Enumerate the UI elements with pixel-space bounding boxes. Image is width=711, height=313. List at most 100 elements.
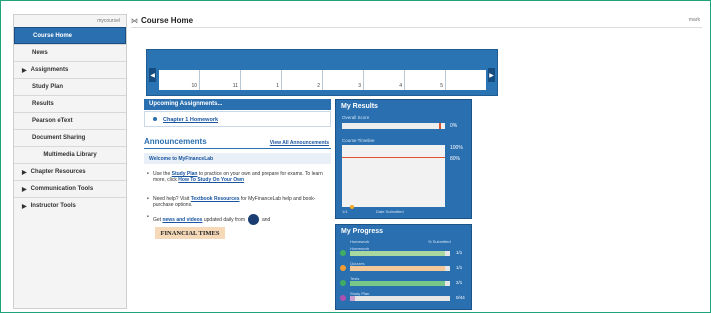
course-timeline-label: Course Timeline <box>342 138 375 143</box>
sidebar-item-label: Study Plan <box>32 84 64 90</box>
expand-arrow-icon[interactable]: ▶ <box>22 169 27 176</box>
calendar-day[interactable]: 10 <box>159 70 200 90</box>
sidebar-item-label: Assignments <box>30 67 69 73</box>
news-logo-icon <box>248 214 259 225</box>
calendar-day-number: 4 <box>399 83 402 89</box>
sidebar-item-label: Chapter Resources <box>30 169 86 175</box>
announcement-bullet: • Use the Study Plan to practice on your … <box>147 171 323 183</box>
sidebar-item-label: Communication Tools <box>30 186 94 192</box>
announcement-bullet: • Need help? Visit Textbook Resources for… <box>147 196 316 208</box>
textbook-resources-link[interactable]: Textbook Resources <box>191 196 240 202</box>
course-timeline-chart <box>342 145 445 209</box>
overall-score-value: 0% <box>450 123 458 129</box>
calendar-next-button[interactable]: ▶ <box>488 68 495 82</box>
calendar-day-number: 5 <box>440 83 443 89</box>
timeline-foot-left: 1/1 <box>342 209 348 214</box>
progress-row-value: 1/1 <box>456 250 463 255</box>
welcome-banner: Welcome to MyFinanceLab <box>144 153 331 164</box>
expand-arrow-icon[interactable]: ▶ <box>22 186 27 193</box>
calendar-day-number: 10 <box>191 83 197 89</box>
progress-bar <box>350 296 450 301</box>
announcements-header: Announcements View All Announcements <box>144 137 331 149</box>
overall-score-bar <box>342 123 445 129</box>
progress-row-value: 0/44 <box>456 295 465 300</box>
calendar-day[interactable]: 1 <box>241 70 282 90</box>
upcoming-assignments-header: Upcoming Assignments... <box>144 99 331 110</box>
my-results-panel: My Results Overall Score 0% Course Timel… <box>335 99 472 219</box>
timeline-start-dot <box>350 205 354 209</box>
sidebar-item-label: Document Sharing <box>32 135 86 141</box>
progress-row-value: 2/1 <box>456 280 463 285</box>
progress-status-icon <box>340 280 346 286</box>
calendar-day-number: 2 <box>317 83 320 89</box>
view-all-announcements-link[interactable]: View All Announcements <box>270 140 329 146</box>
my-progress-title: My Progress <box>341 228 384 235</box>
sidebar-item-label: Course Home <box>33 32 73 39</box>
timeline-mid-value: 80% <box>450 156 461 162</box>
sidebar-item-study-plan[interactable]: Study Plan <box>14 78 126 95</box>
calendar-day[interactable]: 4 <box>364 70 405 90</box>
score-marker <box>439 123 441 129</box>
progress-bar <box>350 281 450 286</box>
course-calendar: ◀ 10 11 1 2 3 4 5 ▶ <box>146 49 498 96</box>
sidebar-item-label: News <box>32 50 48 56</box>
calendar-day[interactable]: 11 <box>200 70 241 90</box>
collapse-arrows-icon[interactable]: ⋈ <box>131 17 138 25</box>
calendar-prev-button[interactable]: ◀ <box>149 68 156 82</box>
sidebar-item-news[interactable]: News <box>14 44 126 61</box>
sidebar-item-label: Pearson eText <box>32 118 73 124</box>
progress-bar-fill <box>350 281 445 286</box>
bullet-text: and <box>262 216 271 223</box>
sidebar-item-instructor-tools[interactable]: ▶ Instructor Tools <box>14 197 126 214</box>
calendar-days: 10 11 1 2 3 4 5 <box>159 70 486 90</box>
sidebar-item-course-home[interactable]: Course Home <box>14 27 126 44</box>
my-results-title: My Results <box>341 103 378 110</box>
progress-col-left: Homework <box>350 239 370 244</box>
sidebar-item-chapter-resources[interactable]: ▶ Chapter Resources <box>14 163 126 180</box>
page-header: ⋈ Course Home mark <box>131 14 702 28</box>
sidebar-top-link[interactable]: mycoursel <box>14 15 126 27</box>
my-progress-panel: My Progress Homework % Submitted Homewor… <box>335 224 472 310</box>
overall-score-label: Overall Score <box>342 115 370 120</box>
progress-col-right: % Submitted <box>428 239 451 244</box>
sidebar-item-label: Instructor Tools <box>30 203 76 209</box>
sidebar-item-label: Multimedia Library <box>43 152 97 158</box>
progress-bar <box>350 266 450 271</box>
calendar-header <box>147 50 497 59</box>
bullet-text: updated daily from <box>202 216 245 223</box>
calendar-day-number: 1 <box>276 83 279 89</box>
progress-row: Quizzes 1/1 <box>340 261 468 275</box>
sidebar: mycoursel Course Home News ▶ Assignments Stu… <box>13 14 127 309</box>
progress-row: Tests 2/1 <box>340 276 468 290</box>
progress-row-value: 1/1 <box>456 265 463 270</box>
sidebar-item-communication-tools[interactable]: ▶ Communication Tools <box>14 180 126 197</box>
financial-times-logo[interactable]: FINANCIAL TIMES <box>155 227 225 239</box>
sidebar-item-multimedia-library[interactable]: Multimedia Library <box>14 146 126 163</box>
assignment-link[interactable]: Chapter 1 Homework <box>163 117 218 123</box>
progress-row: Homework 1/1 <box>340 246 468 260</box>
header-right-link[interactable]: mark <box>689 17 700 23</box>
progress-bar-fill <box>350 251 445 256</box>
page-title: Course Home <box>141 16 194 25</box>
sidebar-item-pearson-etext[interactable]: Pearson eText <box>14 112 126 129</box>
calendar-day[interactable]: 2 <box>282 70 323 90</box>
calendar-day[interactable]: 5 <box>405 70 446 90</box>
how-to-study-link[interactable]: How To Study On Your Own <box>178 177 244 183</box>
bullet-icon <box>153 117 157 121</box>
timeline-top-value: 100% <box>450 145 463 151</box>
progress-row: Study Plan 0/44 <box>340 291 468 305</box>
progress-status-icon <box>340 250 346 256</box>
sidebar-item-document-sharing[interactable]: Document Sharing <box>14 129 126 146</box>
calendar-day[interactable]: 3 <box>323 70 364 90</box>
progress-bar-fill <box>350 266 445 271</box>
sidebar-item-results[interactable]: Results <box>14 95 126 112</box>
expand-arrow-icon[interactable]: ▶ <box>22 67 27 74</box>
announcement-bullet: • Get news and videos updated daily from a… <box>147 214 331 225</box>
progress-bar-fill <box>350 296 355 301</box>
sidebar-item-assignments[interactable]: ▶ Assignments <box>14 61 126 78</box>
calendar-day[interactable] <box>446 70 486 90</box>
expand-arrow-icon[interactable]: ▶ <box>22 203 27 210</box>
progress-status-icon <box>340 265 346 271</box>
news-and-videos-link[interactable]: news and videos <box>162 217 202 223</box>
calendar-day-number: 3 <box>358 83 361 89</box>
